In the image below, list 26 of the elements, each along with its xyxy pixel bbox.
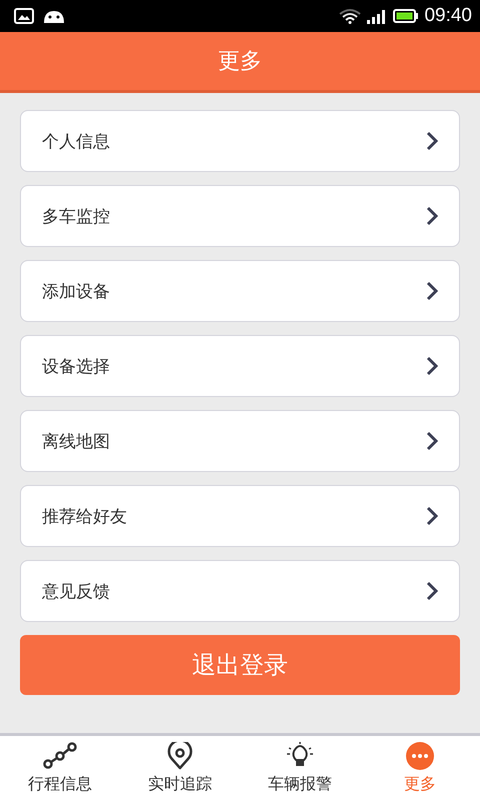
chevron-icon bbox=[426, 356, 438, 376]
menu-item[interactable]: 个人信息 bbox=[20, 110, 460, 172]
android-icon bbox=[42, 8, 66, 24]
menu-item[interactable]: 推荐给好友 bbox=[20, 485, 460, 547]
chevron-icon bbox=[426, 581, 438, 601]
chevron-icon bbox=[426, 131, 438, 151]
clock-time: 09:40 bbox=[424, 5, 472, 27]
more-icon bbox=[406, 742, 434, 770]
menu-item[interactable]: 设备选择 bbox=[20, 335, 460, 397]
chevron-icon bbox=[426, 206, 438, 226]
route-icon bbox=[43, 742, 77, 770]
wifi-icon bbox=[339, 8, 362, 24]
image-icon bbox=[14, 8, 34, 24]
tab[interactable]: 行程信息 bbox=[0, 736, 120, 800]
menu-item[interactable]: 意见反馈 bbox=[20, 560, 460, 622]
chevron-icon bbox=[426, 506, 438, 526]
menu-item[interactable]: 多车监控 bbox=[20, 185, 460, 247]
chevron-icon bbox=[426, 431, 438, 451]
location-pin-icon bbox=[167, 742, 193, 770]
menu-item[interactable]: 添加设备 bbox=[20, 260, 460, 322]
menu-item[interactable]: 离线地图 bbox=[20, 410, 460, 472]
page-title: 更多 bbox=[218, 48, 262, 76]
tab[interactable]: 实时追踪 bbox=[120, 736, 240, 800]
chevron-icon bbox=[426, 281, 438, 301]
battery-icon bbox=[393, 8, 420, 24]
tab[interactable]: 车辆报警 bbox=[240, 736, 360, 800]
